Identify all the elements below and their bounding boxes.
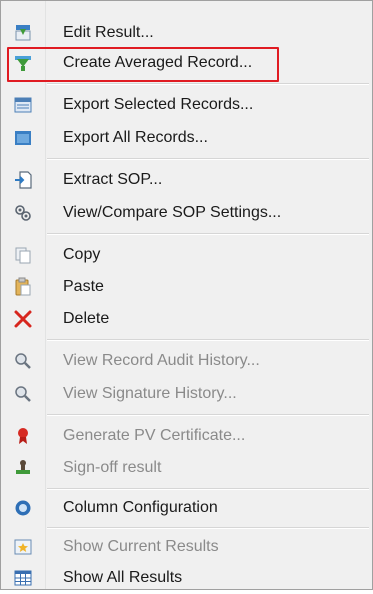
menu-item-label: Column Configuration (63, 499, 218, 516)
menu-item-view-signature-history[interactable]: View Signature History... (1, 378, 372, 410)
menu-separator (47, 233, 369, 235)
menu-item-label: Export All Records... (63, 129, 208, 146)
menu-item-column-configuration[interactable]: Column Configuration (1, 492, 372, 524)
menu-item-delete[interactable]: Delete (1, 303, 372, 335)
audit-history-icon (13, 351, 33, 371)
menu-item-edit-result[interactable]: Edit Result... (1, 17, 372, 49)
paste-icon (13, 277, 33, 297)
menu-item-paste[interactable]: Paste (1, 271, 372, 303)
export-selected-icon (13, 95, 33, 115)
highlight-box (7, 47, 279, 82)
signature-history-icon (13, 384, 33, 404)
menu-item-label: Show All Results (63, 569, 183, 586)
extract-sop-icon (13, 170, 33, 190)
menu-item-label: View/Compare SOP Settings... (63, 204, 282, 221)
menu-separator (47, 488, 369, 490)
menu-item-sign-off-result[interactable]: Sign-off result (1, 452, 372, 484)
menu-item-label: View Record Audit History... (63, 352, 260, 369)
menu-separator (47, 83, 369, 85)
menu-separator (47, 527, 369, 529)
context-menu: Edit Result... Create Averaged Record...… (0, 0, 373, 590)
compare-sop-icon (13, 203, 33, 223)
menu-item-label: Show Current Results (63, 538, 219, 555)
menu-item-label: Delete (63, 310, 110, 327)
menu-item-label: Edit Result... (63, 24, 154, 41)
current-results-icon (13, 537, 33, 557)
edit-result-icon (13, 23, 33, 43)
menu-item-label: Generate PV Certificate... (63, 427, 246, 444)
menu-separator (47, 158, 369, 160)
menu-separator (47, 414, 369, 416)
menu-item-label: Sign-off result (63, 459, 162, 476)
column-config-icon (13, 498, 33, 518)
menu-item-label: Export Selected Records... (63, 96, 254, 113)
menu-item-label: Paste (63, 278, 104, 295)
menu-item-copy[interactable]: Copy (1, 239, 372, 271)
menu-item-show-all-results[interactable]: Show All Results (1, 562, 372, 594)
menu-item-generate-pv-certificate[interactable]: Generate PV Certificate... (1, 420, 372, 452)
menu-item-label: Extract SOP... (63, 171, 163, 188)
export-all-icon (13, 128, 33, 148)
certificate-icon (13, 426, 33, 446)
all-results-icon (13, 568, 33, 588)
menu-item-label: View Signature History... (63, 385, 237, 402)
menu-item-view-compare-sop-settings[interactable]: View/Compare SOP Settings... (1, 197, 372, 229)
menu-item-export-selected-records[interactable]: Export Selected Records... (1, 89, 372, 121)
stamp-icon (13, 458, 33, 478)
delete-icon (13, 309, 33, 329)
copy-icon (13, 245, 33, 265)
menu-item-export-all-records[interactable]: Export All Records... (1, 122, 372, 154)
menu-separator (47, 339, 369, 341)
menu-item-view-record-audit-history[interactable]: View Record Audit History... (1, 345, 372, 377)
menu-item-label: Copy (63, 246, 101, 263)
menu-item-extract-sop[interactable]: Extract SOP... (1, 164, 372, 196)
menu-item-show-current-results[interactable]: Show Current Results (1, 531, 372, 563)
